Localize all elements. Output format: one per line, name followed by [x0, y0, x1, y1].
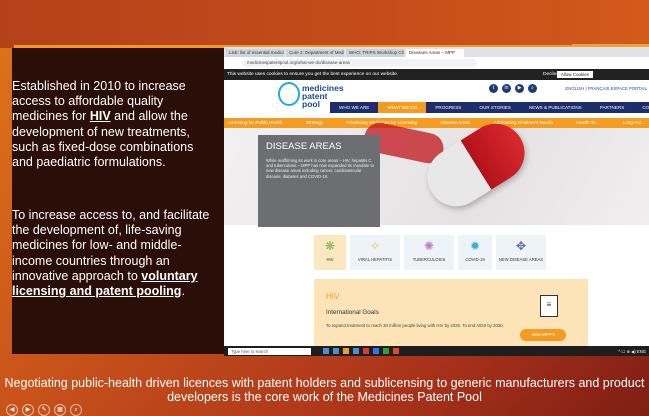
paragraph-established: Established in 2010 to increase access t… [12, 79, 212, 170]
taskbar-search[interactable]: Type here to search [228, 347, 311, 355]
subnav-item[interactable]: Strategy [306, 118, 323, 128]
slide-top-band [0, 0, 649, 48]
card-tuberculosis[interactable]: ✺ TUBERCULOSIS [404, 235, 454, 270]
pen-icon[interactable]: ✎ [38, 404, 50, 416]
card-covid[interactable]: ✹ COVID-19 [458, 235, 492, 270]
new-disease-icon: ✥ [515, 239, 527, 253]
para2-text-end: . [181, 284, 185, 299]
hiv-section-title: HIV [326, 292, 340, 301]
linkedin-icon[interactable]: in [502, 84, 511, 93]
card-label: VIRAL HEPATITIS [357, 257, 393, 262]
covid-icon: ✹ [469, 239, 481, 253]
disease-areas-text: While reaffirming its work in core areas… [266, 158, 374, 179]
card-label: HIV [326, 257, 334, 262]
subnav-item[interactable]: Disease Areas [441, 118, 471, 128]
allow-cookies-button[interactable]: Allow Cookies [556, 71, 593, 78]
subnav-item[interactable]: Licensing for Public Health [228, 118, 282, 128]
card-label: COVID-19 [465, 257, 485, 262]
nav-our-stories[interactable]: OUR STORIES [470, 102, 520, 113]
main-nav: WHO WE ARE WHAT WE DO PROGRESS OUR STORI… [330, 102, 649, 113]
search-icon[interactable]: ⌕ [528, 84, 537, 93]
nav-who-we-are[interactable]: WHO WE ARE [330, 102, 378, 113]
youtube-icon[interactable]: ▶ [515, 84, 524, 93]
app-icon[interactable] [393, 348, 399, 354]
app-icon[interactable] [353, 348, 359, 354]
app-icon[interactable] [383, 348, 389, 354]
disease-cards: ❋ HIV ✧ VIRAL HEPATITIS ✺ TUBERCULOSIS ✹… [314, 235, 546, 270]
nav-partners[interactable]: PARTNERS [591, 102, 634, 113]
browser-tab[interactable]: WHO: TRIPS Workshop Chart [346, 49, 404, 57]
nav-contact[interactable]: CONTACT US [633, 102, 649, 113]
card-label: TUBERCULOSIS [412, 257, 446, 262]
card-hiv[interactable]: ❋ HIV [314, 235, 346, 270]
taskbar-apps [323, 348, 399, 354]
hiv-section: HIV International Goals To expand treatm… [314, 279, 588, 353]
sub-nav: Licensing for Public Health Strategy Pri… [224, 118, 649, 128]
disease-areas-box: DISEASE AREAS While reaffirming its work… [258, 135, 380, 227]
subnav-item[interactable]: Health Te... [576, 118, 599, 128]
twitter-icon[interactable]: t [489, 84, 498, 93]
next-icon[interactable]: ▶ [22, 404, 34, 416]
grid-icon[interactable]: ▦ [54, 404, 66, 416]
capsule-image [416, 112, 536, 218]
system-tray: ^ ☐ ⊕ ◀) ENG [618, 348, 646, 354]
document-icon: ≡ [540, 295, 558, 317]
international-goals-text: To expand treatment to reach 30 million … [326, 323, 504, 328]
nav-progress[interactable]: PROGRESS [426, 102, 470, 113]
disease-areas-title: DISEASE AREAS [266, 141, 342, 152]
previous-icon[interactable]: ◀ [6, 404, 18, 416]
cookie-banner: This website uses cookies to ensure you … [224, 69, 649, 80]
browser-tab[interactable]: Cure 2: Department of Medicines [286, 49, 344, 57]
cookie-message: This website uses cookies to ensure you … [227, 72, 399, 77]
windows-taskbar: Type here to search ^ ☐ ⊕ ◀) ENG [224, 346, 649, 356]
card-new-disease-areas[interactable]: ✥ NEW DISEASE AREAS [496, 235, 546, 270]
hiv-icon: ❋ [324, 239, 336, 253]
slide-caption: Negotiating public-health driven licence… [4, 376, 645, 404]
slide-controls: ◀ ▶ ✎ ▦ ⌕ [6, 404, 82, 416]
language-switch[interactable]: ENGLISH | FRANÇAIS ESPACE PORTAIL [565, 86, 647, 91]
social-links: t in ▶ ⌕ [489, 84, 537, 93]
hepatitis-icon: ✧ [369, 239, 381, 253]
app-icon[interactable] [373, 348, 379, 354]
card-viral-hepatitis[interactable]: ✧ VIRAL HEPATITIS [350, 235, 400, 270]
nav-what-we-do[interactable]: WHAT WE DO [378, 102, 427, 113]
view-button[interactable]: View MPP's [520, 329, 566, 341]
mpp-logo-icon[interactable] [278, 82, 300, 106]
tuberculosis-icon: ✺ [423, 239, 435, 253]
app-icon[interactable] [343, 348, 349, 354]
browser-tabs: LSE: list of essential medicines Cure 2:… [224, 47, 649, 57]
app-icon[interactable] [323, 348, 329, 354]
app-icon[interactable] [363, 348, 369, 354]
url-field[interactable]: medicinespatentpool.org/what-we-do/disea… [242, 59, 477, 67]
international-goals-title: International Goals [326, 309, 379, 316]
browser-tab-active[interactable]: Diseases Areas – MPP [406, 49, 464, 57]
app-icon[interactable] [333, 348, 339, 354]
nav-news[interactable]: NEWS & PUBLICATIONS [520, 102, 591, 113]
hiv-link[interactable]: HIV [90, 109, 111, 123]
subnav-item[interactable]: Long-Act... [623, 118, 645, 128]
paragraph-access: To increase access to, and facilitate th… [12, 208, 212, 299]
card-label: NEW DISEASE AREAS [498, 257, 544, 262]
browser-tab[interactable]: LSE: list of essential medicines [226, 49, 284, 57]
browser-screenshot: LSE: list of essential medicines Cure 2:… [224, 47, 649, 356]
zoom-icon[interactable]: ⌕ [70, 404, 82, 416]
